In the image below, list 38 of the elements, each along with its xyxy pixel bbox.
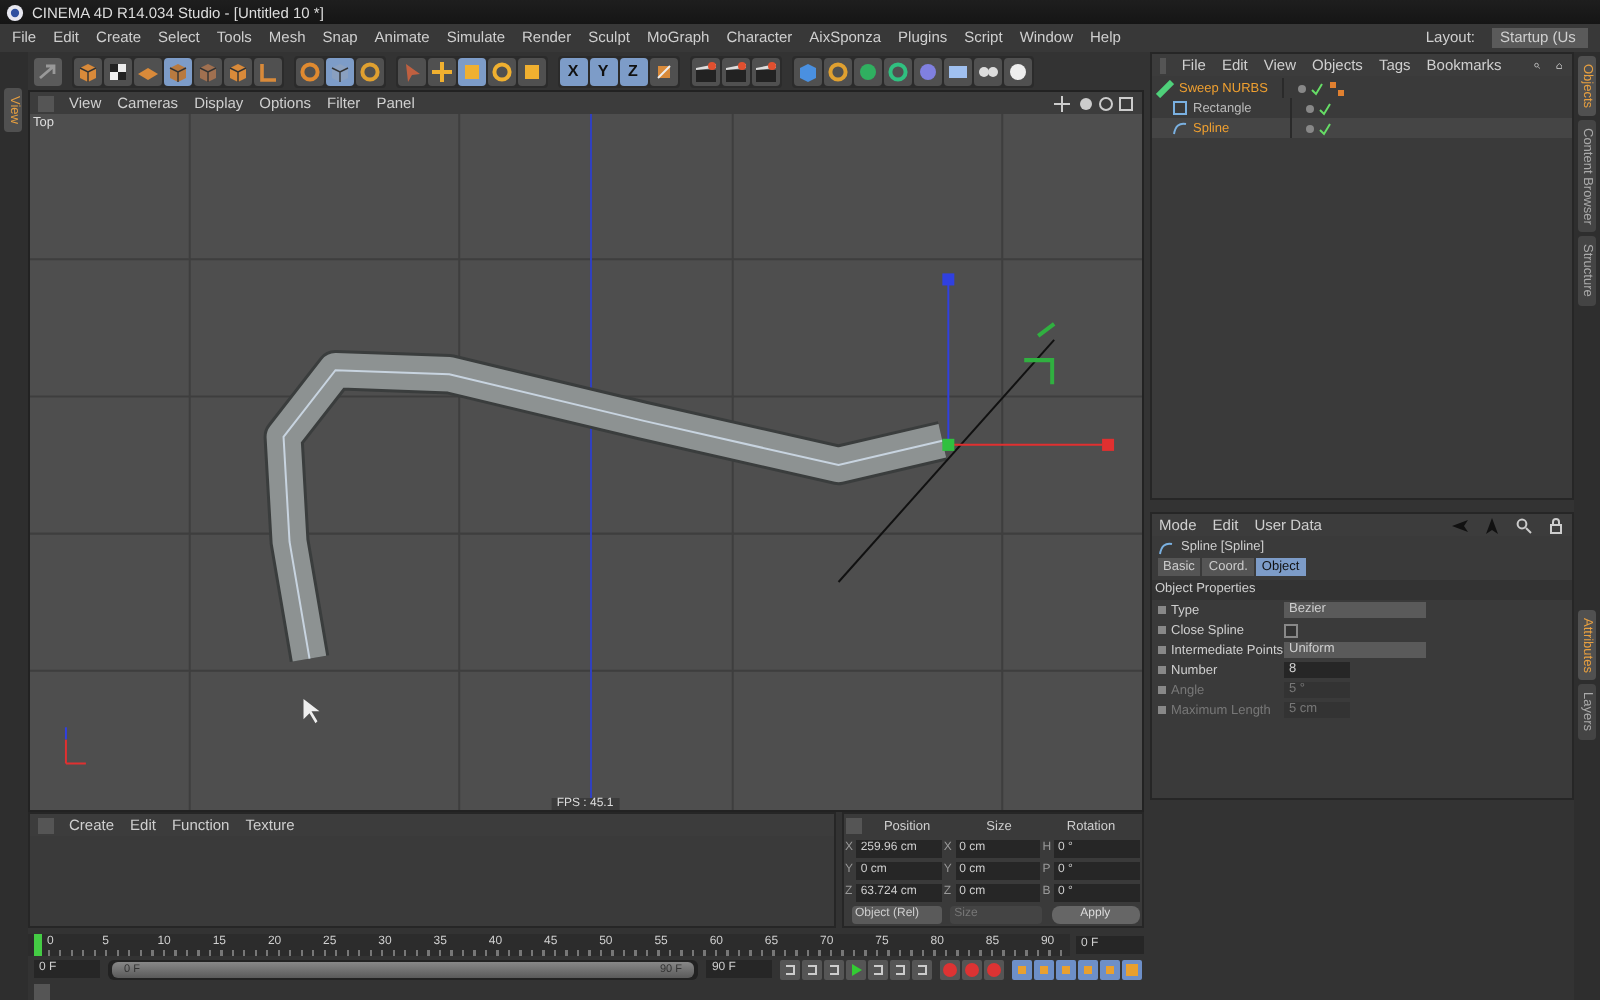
record-icon[interactable] — [962, 959, 983, 979]
scale-icon[interactable] — [457, 57, 485, 85]
record-icon[interactable] — [984, 959, 1005, 979]
record-icon[interactable] — [940, 959, 961, 979]
checker-icon[interactable] — [103, 57, 131, 85]
clapper-icon[interactable] — [751, 57, 779, 85]
move-icon[interactable] — [427, 57, 455, 85]
cursor-icon[interactable] — [397, 57, 425, 85]
visibility-icon[interactable] — [1295, 81, 1323, 95]
home-icon[interactable] — [1556, 57, 1563, 73]
cube-icon[interactable] — [163, 57, 191, 85]
playhead[interactable] — [33, 933, 41, 955]
cube-icon[interactable] — [73, 57, 101, 85]
cube-icon[interactable] — [223, 57, 251, 85]
cube-icon[interactable] — [793, 57, 821, 85]
square-icon[interactable] — [517, 57, 545, 85]
sphere-icon[interactable] — [853, 57, 881, 85]
corner-icon[interactable] — [253, 57, 281, 85]
navigation-icon[interactable] — [1053, 95, 1133, 111]
cube-icon[interactable] — [325, 57, 353, 85]
parameter-checkbox[interactable] — [1283, 623, 1297, 637]
clapper-icon[interactable] — [691, 57, 719, 85]
cube-icon[interactable] — [193, 57, 221, 85]
lock-icon[interactable] — [1547, 517, 1563, 533]
sweep-icon — [1155, 79, 1173, 97]
play-icon[interactable] — [846, 959, 867, 979]
axis-lock-button[interactable]: X — [559, 57, 587, 85]
clapper-icon[interactable] — [721, 57, 749, 85]
search-icon[interactable] — [1533, 57, 1541, 73]
tag-icon[interactable] — [1329, 81, 1343, 95]
logo-icon — [6, 3, 24, 21]
plane-icon[interactable] — [133, 57, 161, 85]
visibility-icon[interactable] — [1303, 101, 1331, 115]
rectangle-icon — [1171, 100, 1187, 116]
search-icon[interactable] — [1515, 517, 1531, 533]
axis-lock-button[interactable]: Z — [619, 57, 647, 85]
visibility-icon[interactable] — [1303, 121, 1331, 135]
axis-lock-button[interactable]: Y — [589, 57, 617, 85]
